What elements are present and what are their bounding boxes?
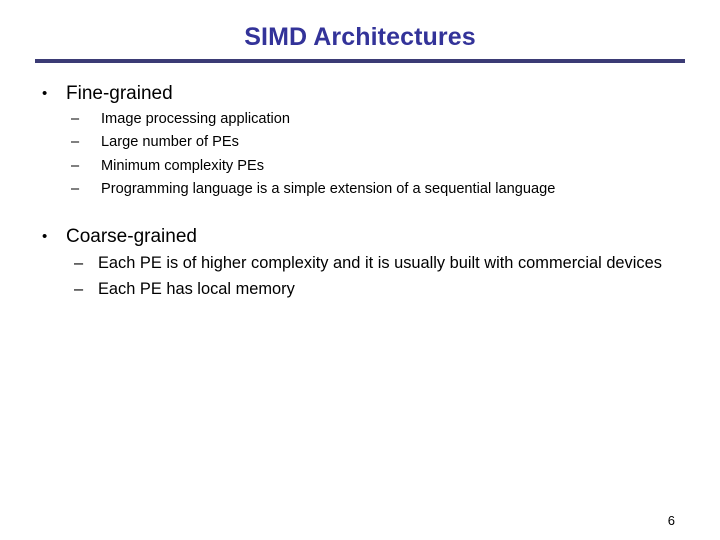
- page-number: 6: [667, 513, 675, 528]
- slide-canvas: SIMD Architectures • Fine-grained – Imag…: [0, 0, 720, 540]
- page-title: SIMD Architectures: [244, 23, 476, 51]
- sub-bullet-item: – Each PE has local memory: [0, 278, 720, 301]
- sub-bullet-label: Each PE is of higher complexity and it i…: [98, 254, 662, 273]
- slide-body: • Fine-grained – Image processing applic…: [0, 82, 720, 302]
- sub-bullet-item: – Large number of PEs: [0, 133, 720, 152]
- sub-bullet-list: – Each PE is of higher complexity and it…: [0, 252, 720, 302]
- sub-bullet-label: Programming language is a simple extensi…: [101, 180, 556, 197]
- sub-bullet-label: Minimum complexity PEs: [101, 157, 264, 174]
- bullet-heading-label: Coarse-grained: [66, 226, 197, 248]
- bullet-heading: • Coarse-grained: [0, 225, 720, 249]
- sub-bullet-item: – Each PE is of higher complexity and it…: [0, 252, 710, 275]
- dash-marker-icon: –: [71, 134, 80, 151]
- dash-marker-icon: –: [71, 180, 80, 197]
- bullet-section-fine-grained: • Fine-grained – Image processing applic…: [0, 82, 720, 199]
- dash-marker-icon: –: [71, 157, 80, 174]
- sub-bullet-label: Large number of PEs: [101, 134, 239, 151]
- dash-marker-icon: –: [74, 280, 84, 299]
- sub-bullet-label: Image processing application: [101, 110, 291, 127]
- bullet-heading-label: Fine-grained: [66, 83, 173, 104]
- bullet-dot-icon: •: [42, 228, 48, 246]
- sub-bullet-item: – Minimum complexity PEs: [0, 157, 720, 176]
- dash-marker-icon: –: [71, 110, 80, 127]
- sub-bullet-list: – Image processing application – Large n…: [0, 110, 720, 200]
- sub-bullet-item: – Image processing application: [0, 110, 720, 129]
- bullet-heading: • Fine-grained: [0, 82, 720, 106]
- sub-bullet-label: Each PE has local memory: [98, 280, 295, 299]
- sub-bullet-item: – Programming language is a simple exten…: [0, 180, 720, 199]
- bullet-dot-icon: •: [42, 85, 48, 102]
- bullet-section-coarse-grained: • Coarse-grained – Each PE is of higher …: [0, 225, 720, 301]
- dash-marker-icon: –: [74, 254, 84, 273]
- title-divider: [35, 59, 685, 63]
